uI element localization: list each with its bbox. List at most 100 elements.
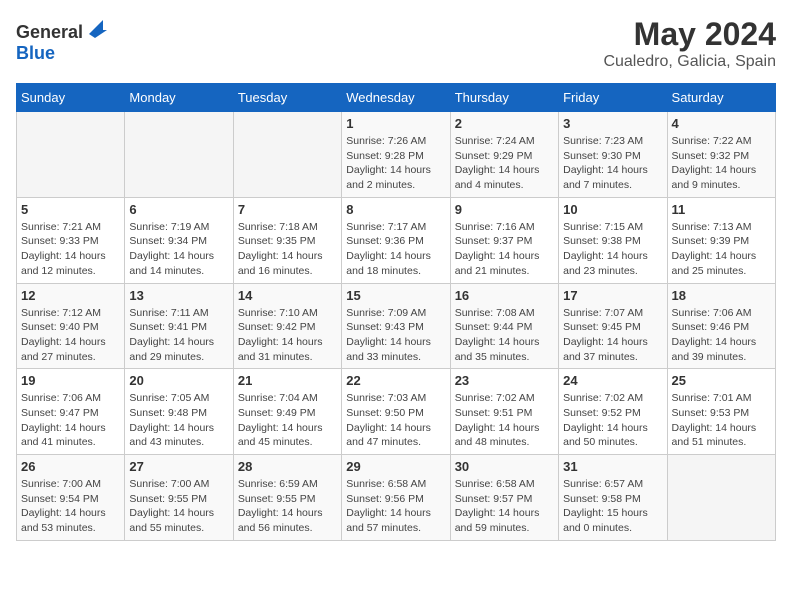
day-number: 27	[129, 459, 228, 474]
col-header-saturday: Saturday	[667, 84, 775, 112]
day-number: 5	[21, 202, 120, 217]
calendar-cell: 20 Sunrise: 7:05 AM Sunset: 9:48 PM Dayli…	[125, 369, 233, 455]
day-number: 30	[455, 459, 554, 474]
day-info: Sunrise: 7:10 AM Sunset: 9:42 PM Dayligh…	[238, 306, 337, 365]
day-info: Sunrise: 7:02 AM Sunset: 9:52 PM Dayligh…	[563, 391, 662, 450]
day-number: 25	[672, 373, 771, 388]
logo: General Blue	[16, 16, 107, 64]
calendar-cell: 30 Sunrise: 6:58 AM Sunset: 9:57 PM Dayli…	[450, 455, 558, 541]
day-info: Sunrise: 7:02 AM Sunset: 9:51 PM Dayligh…	[455, 391, 554, 450]
calendar-cell: 21 Sunrise: 7:04 AM Sunset: 9:49 PM Dayli…	[233, 369, 341, 455]
day-info: Sunrise: 7:17 AM Sunset: 9:36 PM Dayligh…	[346, 220, 445, 279]
calendar-cell: 27Sunrise: 7:00 AM Sunset: 9:55 PM Dayli…	[125, 455, 233, 541]
day-info: Sunrise: 7:26 AM Sunset: 9:28 PM Dayligh…	[346, 134, 445, 193]
day-info: Sunrise: 7:05 AM Sunset: 9:48 PM Dayligh…	[129, 391, 228, 450]
day-info: Sunrise: 6:58 AM Sunset: 9:57 PM Dayligh…	[455, 477, 554, 536]
calendar-cell: 22Sunrise: 7:03 AM Sunset: 9:50 PM Dayli…	[342, 369, 450, 455]
day-info: Sunrise: 7:19 AM Sunset: 9:34 PM Dayligh…	[129, 220, 228, 279]
day-number: 10	[563, 202, 662, 217]
day-number: 4	[672, 116, 771, 131]
day-info: Sunrise: 7:24 AM Sunset: 9:29 PM Dayligh…	[455, 134, 554, 193]
day-info: Sunrise: 7:21 AM Sunset: 9:33 PM Dayligh…	[21, 220, 120, 279]
calendar-cell: 14 Sunrise: 7:10 AM Sunset: 9:42 PM Dayli…	[233, 283, 341, 369]
day-number: 21	[238, 373, 337, 388]
day-info: Sunrise: 7:03 AM Sunset: 9:50 PM Dayligh…	[346, 391, 445, 450]
day-number: 14	[238, 288, 337, 303]
day-info: Sunrise: 7:15 AM Sunset: 9:38 PM Dayligh…	[563, 220, 662, 279]
calendar-subtitle: Cualedro, Galicia, Spain	[603, 53, 776, 71]
calendar-cell: 3 Sunrise: 7:23 AM Sunset: 9:30 PM Daylig…	[559, 112, 667, 198]
calendar-cell: 23 Sunrise: 7:02 AM Sunset: 9:51 PM Dayli…	[450, 369, 558, 455]
calendar-cell: 9 Sunrise: 7:16 AM Sunset: 9:37 PM Daylig…	[450, 197, 558, 283]
day-info: Sunrise: 7:22 AM Sunset: 9:32 PM Dayligh…	[672, 134, 771, 193]
calendar-cell: 16 Sunrise: 7:08 AM Sunset: 9:44 PM Dayli…	[450, 283, 558, 369]
day-info: Sunrise: 6:57 AM Sunset: 9:58 PM Dayligh…	[563, 477, 662, 536]
calendar-cell: 1 Sunrise: 7:26 AM Sunset: 9:28 PM Daylig…	[342, 112, 450, 198]
calendar-cell	[17, 112, 125, 198]
calendar-cell: 6 Sunrise: 7:19 AM Sunset: 9:34 PM Daylig…	[125, 197, 233, 283]
day-info: Sunrise: 6:58 AM Sunset: 9:56 PM Dayligh…	[346, 477, 445, 536]
day-info: Sunrise: 7:16 AM Sunset: 9:37 PM Dayligh…	[455, 220, 554, 279]
page-header: General Blue May 2024 Cualedro, Galicia,…	[16, 16, 776, 71]
col-header-thursday: Thursday	[450, 84, 558, 112]
calendar-cell: 7 Sunrise: 7:18 AM Sunset: 9:35 PM Daylig…	[233, 197, 341, 283]
day-number: 12	[21, 288, 120, 303]
calendar-cell: 4 Sunrise: 7:22 AM Sunset: 9:32 PM Daylig…	[667, 112, 775, 198]
calendar-title: May 2024	[603, 16, 776, 53]
logo-blue: Blue	[16, 43, 55, 63]
day-info: Sunrise: 7:06 AM Sunset: 9:46 PM Dayligh…	[672, 306, 771, 365]
day-number: 31	[563, 459, 662, 474]
col-header-tuesday: Tuesday	[233, 84, 341, 112]
day-number: 1	[346, 116, 445, 131]
day-number: 16	[455, 288, 554, 303]
day-number: 26	[21, 459, 120, 474]
calendar-cell: 28 Sunrise: 6:59 AM Sunset: 9:55 PM Dayli…	[233, 455, 341, 541]
calendar-cell: 11Sunrise: 7:13 AM Sunset: 9:39 PM Dayli…	[667, 197, 775, 283]
logo-icon	[85, 16, 107, 38]
day-number: 19	[21, 373, 120, 388]
day-number: 18	[672, 288, 771, 303]
calendar-cell: 19Sunrise: 7:06 AM Sunset: 9:47 PM Dayli…	[17, 369, 125, 455]
day-number: 3	[563, 116, 662, 131]
calendar-cell: 18 Sunrise: 7:06 AM Sunset: 9:46 PM Dayli…	[667, 283, 775, 369]
day-info: Sunrise: 7:23 AM Sunset: 9:30 PM Dayligh…	[563, 134, 662, 193]
calendar-cell: 26 Sunrise: 7:00 AM Sunset: 9:54 PM Dayli…	[17, 455, 125, 541]
day-number: 7	[238, 202, 337, 217]
day-info: Sunrise: 7:07 AM Sunset: 9:45 PM Dayligh…	[563, 306, 662, 365]
calendar-cell: 25 Sunrise: 7:01 AM Sunset: 9:53 PM Dayli…	[667, 369, 775, 455]
day-info: Sunrise: 7:11 AM Sunset: 9:41 PM Dayligh…	[129, 306, 228, 365]
calendar-cell	[125, 112, 233, 198]
day-info: Sunrise: 7:12 AM Sunset: 9:40 PM Dayligh…	[21, 306, 120, 365]
day-number: 2	[455, 116, 554, 131]
calendar-cell: 29 Sunrise: 6:58 AM Sunset: 9:56 PM Dayli…	[342, 455, 450, 541]
col-header-wednesday: Wednesday	[342, 84, 450, 112]
day-number: 6	[129, 202, 228, 217]
day-number: 15	[346, 288, 445, 303]
day-number: 23	[455, 373, 554, 388]
day-number: 29	[346, 459, 445, 474]
day-info: Sunrise: 7:09 AM Sunset: 9:43 PM Dayligh…	[346, 306, 445, 365]
calendar-cell: 8Sunrise: 7:17 AM Sunset: 9:36 PM Daylig…	[342, 197, 450, 283]
day-info: Sunrise: 7:04 AM Sunset: 9:49 PM Dayligh…	[238, 391, 337, 450]
title-block: May 2024 Cualedro, Galicia, Spain	[603, 16, 776, 71]
day-number: 9	[455, 202, 554, 217]
calendar-cell: 31 Sunrise: 6:57 AM Sunset: 9:58 PM Dayli…	[559, 455, 667, 541]
col-header-sunday: Sunday	[17, 84, 125, 112]
day-number: 28	[238, 459, 337, 474]
col-header-friday: Friday	[559, 84, 667, 112]
day-info: Sunrise: 7:18 AM Sunset: 9:35 PM Dayligh…	[238, 220, 337, 279]
calendar-cell: 10 Sunrise: 7:15 AM Sunset: 9:38 PM Dayli…	[559, 197, 667, 283]
calendar-table: SundayMondayTuesdayWednesdayThursdayFrid…	[16, 83, 776, 541]
day-number: 20	[129, 373, 228, 388]
day-number: 13	[129, 288, 228, 303]
day-info: Sunrise: 7:01 AM Sunset: 9:53 PM Dayligh…	[672, 391, 771, 450]
day-info: Sunrise: 7:08 AM Sunset: 9:44 PM Dayligh…	[455, 306, 554, 365]
calendar-cell: 13 Sunrise: 7:11 AM Sunset: 9:41 PM Dayli…	[125, 283, 233, 369]
calendar-cell: 2 Sunrise: 7:24 AM Sunset: 9:29 PM Daylig…	[450, 112, 558, 198]
day-number: 11	[672, 202, 771, 217]
day-number: 24	[563, 373, 662, 388]
day-info: Sunrise: 6:59 AM Sunset: 9:55 PM Dayligh…	[238, 477, 337, 536]
day-info: Sunrise: 7:00 AM Sunset: 9:54 PM Dayligh…	[21, 477, 120, 536]
calendar-cell	[667, 455, 775, 541]
col-header-monday: Monday	[125, 84, 233, 112]
